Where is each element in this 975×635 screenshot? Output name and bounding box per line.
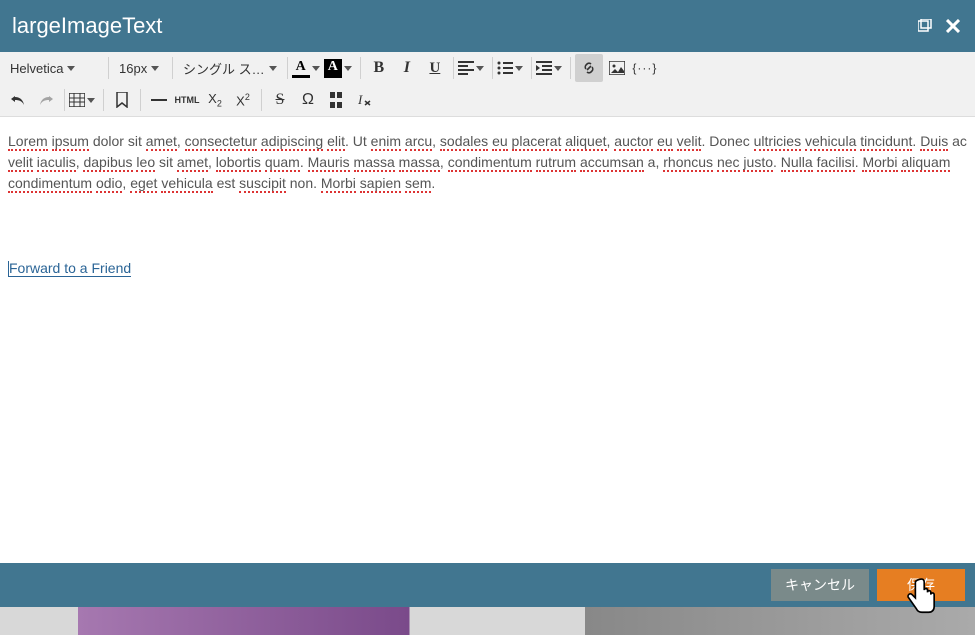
list-icon <box>497 61 513 75</box>
chevron-down-icon <box>344 66 352 71</box>
close-icon[interactable] <box>943 16 963 36</box>
html-button[interactable]: HTML <box>173 86 201 114</box>
redo-button[interactable] <box>32 86 60 114</box>
image-button[interactable] <box>603 54 631 82</box>
bookmark-button[interactable] <box>108 86 136 114</box>
indent-icon <box>536 61 552 75</box>
editor-paragraph[interactable]: Forward to a Friend <box>8 258 967 279</box>
link-icon <box>581 60 597 76</box>
chevron-down-icon <box>269 66 277 71</box>
page-break-button[interactable] <box>322 86 350 114</box>
forward-link[interactable]: Forward to a Friend <box>9 260 131 277</box>
cancel-button[interactable]: キャンセル <box>771 569 869 601</box>
dialog-footer: キャンセル 保存 <box>0 563 975 607</box>
chevron-down-icon <box>515 66 523 71</box>
table-button[interactable] <box>69 93 99 107</box>
maximize-icon[interactable] <box>915 16 935 36</box>
strikethrough-button[interactable]: S <box>266 86 294 114</box>
dialog-header: largeImageText <box>0 0 975 52</box>
dialog-title: largeImageText <box>12 13 907 39</box>
editor-toolbar: Helvetica 16px シングル ス… A A B I U <box>0 52 975 117</box>
more-button[interactable]: {···} <box>631 54 659 82</box>
table-icon <box>69 93 85 107</box>
subscript-button[interactable]: X2 <box>201 86 229 114</box>
underline-button[interactable]: U <box>421 54 449 82</box>
chevron-down-icon <box>312 66 320 71</box>
image-icon <box>609 61 625 75</box>
list-button[interactable] <box>497 61 527 75</box>
italic-button[interactable]: I <box>393 54 421 82</box>
link-button[interactable] <box>575 54 603 82</box>
chevron-down-icon <box>476 66 484 71</box>
chevron-down-icon <box>87 98 95 103</box>
redo-icon <box>38 93 54 107</box>
page-break-icon <box>328 92 344 108</box>
undo-button[interactable] <box>4 86 32 114</box>
hr-button[interactable] <box>145 86 173 114</box>
editor-content[interactable]: Lorem ipsum dolor sit amet, consectetur … <box>0 117 975 557</box>
svg-text:I: I <box>357 92 363 107</box>
line-height-select[interactable]: シングル ス… <box>177 54 283 82</box>
clear-format-button[interactable]: I <box>350 86 378 114</box>
bold-button[interactable]: B <box>365 54 393 82</box>
hr-icon <box>151 98 167 102</box>
clear-format-icon: I <box>356 92 372 108</box>
align-left-icon <box>458 61 474 75</box>
undo-icon <box>10 93 26 107</box>
text-color-button[interactable]: A <box>292 59 324 78</box>
bg-color-button[interactable]: A <box>324 59 356 78</box>
font-family-select[interactable]: Helvetica <box>4 54 104 82</box>
background-strip <box>0 607 975 635</box>
align-button[interactable] <box>458 61 488 75</box>
special-char-button[interactable]: Ω <box>294 86 322 114</box>
chevron-down-icon <box>67 66 75 71</box>
chevron-down-icon <box>151 66 159 71</box>
indent-button[interactable] <box>536 61 566 75</box>
chevron-down-icon <box>554 66 562 71</box>
font-size-select[interactable]: 16px <box>113 54 168 82</box>
editor-paragraph[interactable]: Lorem ipsum dolor sit amet, consectetur … <box>8 131 967 194</box>
save-button[interactable]: 保存 <box>877 569 965 601</box>
superscript-button[interactable]: X2 <box>229 86 257 114</box>
bookmark-icon <box>116 92 128 108</box>
